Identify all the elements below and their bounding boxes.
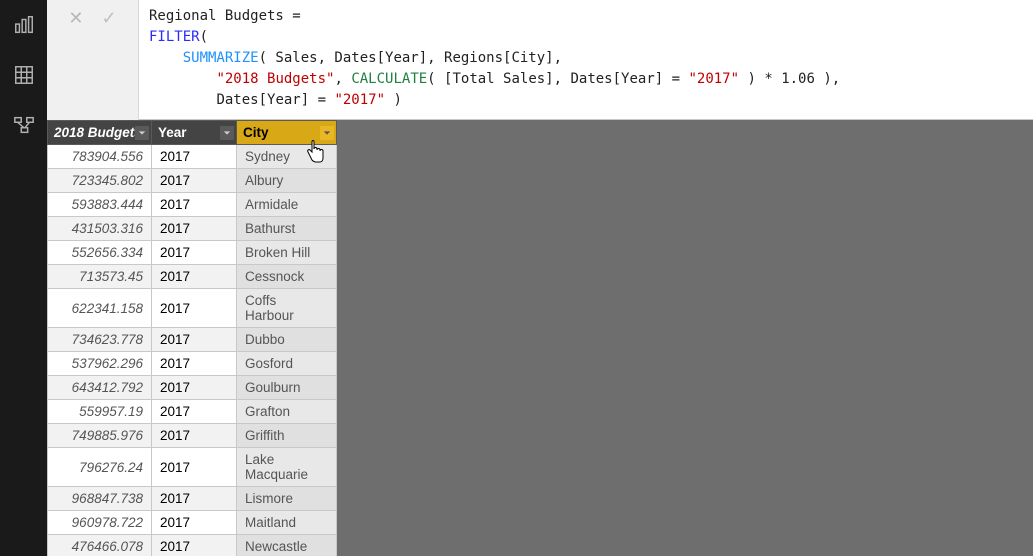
content-area: 2018 Budgets Year City 783904.5562017Syd… xyxy=(47,120,1033,556)
model-view-icon[interactable] xyxy=(7,108,41,142)
cell-budget[interactable]: 559957.19 xyxy=(48,400,152,424)
cell-year[interactable]: 2017 xyxy=(152,400,237,424)
table-body: 783904.5562017Sydney723345.8022017Albury… xyxy=(48,145,337,556)
cell-budget[interactable]: 960978.722 xyxy=(48,511,152,535)
formula-bar: ✕ ✓ Regional Budgets = FILTER( SUMMARIZE… xyxy=(47,0,1033,120)
cell-year[interactable]: 2017 xyxy=(152,145,237,169)
table-row[interactable]: 796276.242017Lake Macquarie xyxy=(48,448,337,487)
table-row[interactable]: 783904.5562017Sydney xyxy=(48,145,337,169)
cell-year[interactable]: 2017 xyxy=(152,535,237,556)
table-row[interactable]: 643412.7922017Goulburn xyxy=(48,376,337,400)
cell-city[interactable]: Grafton xyxy=(237,400,337,424)
cell-year[interactable]: 2017 xyxy=(152,217,237,241)
cell-city[interactable]: Lake Macquarie xyxy=(237,448,337,487)
col-header-year[interactable]: Year xyxy=(152,121,237,145)
cell-city[interactable]: Griffith xyxy=(237,424,337,448)
cell-city[interactable]: Broken Hill xyxy=(237,241,337,265)
data-view-icon[interactable] xyxy=(7,58,41,92)
table-row[interactable]: 537962.2962017Gosford xyxy=(48,352,337,376)
report-view-icon[interactable] xyxy=(7,8,41,42)
cell-budget[interactable]: 796276.24 xyxy=(48,448,152,487)
cell-year[interactable]: 2017 xyxy=(152,265,237,289)
cell-city[interactable]: Gosford xyxy=(237,352,337,376)
cell-budget[interactable]: 431503.316 xyxy=(48,217,152,241)
formula-editor[interactable]: Regional Budgets = FILTER( SUMMARIZE( Sa… xyxy=(139,0,1033,120)
cell-city[interactable]: Armidale xyxy=(237,193,337,217)
cell-budget[interactable]: 643412.792 xyxy=(48,376,152,400)
table-header-row: 2018 Budgets Year City xyxy=(48,121,337,145)
cell-year[interactable]: 2017 xyxy=(152,169,237,193)
cell-year[interactable]: 2017 xyxy=(152,352,237,376)
cell-budget[interactable]: 476466.078 xyxy=(48,535,152,556)
cell-budget[interactable]: 749885.976 xyxy=(48,424,152,448)
cell-budget[interactable]: 593883.444 xyxy=(48,193,152,217)
formula-text: Regional Budgets xyxy=(149,8,292,24)
cell-city[interactable]: Newcastle xyxy=(237,535,337,556)
filter-dropdown-icon[interactable] xyxy=(220,126,234,140)
cell-budget[interactable]: 622341.158 xyxy=(48,289,152,328)
view-sidebar xyxy=(0,0,47,556)
table-row[interactable]: 960978.7222017Maitland xyxy=(48,511,337,535)
cell-year[interactable]: 2017 xyxy=(152,289,237,328)
col-header-label: City xyxy=(243,125,269,140)
cancel-button[interactable]: ✕ xyxy=(68,8,83,29)
filter-dropdown-icon[interactable] xyxy=(320,126,334,140)
table-row[interactable]: 723345.8022017Albury xyxy=(48,169,337,193)
table-row[interactable]: 968847.7382017Lismore xyxy=(48,487,337,511)
table-row[interactable]: 476466.0782017Newcastle xyxy=(48,535,337,556)
cell-year[interactable]: 2017 xyxy=(152,241,237,265)
cell-city[interactable]: Cessnock xyxy=(237,265,337,289)
cell-budget[interactable]: 713573.45 xyxy=(48,265,152,289)
cell-city[interactable]: Goulburn xyxy=(237,376,337,400)
table-row[interactable]: 559957.192017Grafton xyxy=(48,400,337,424)
cell-year[interactable]: 2017 xyxy=(152,487,237,511)
cell-city[interactable]: Maitland xyxy=(237,511,337,535)
cell-year[interactable]: 2017 xyxy=(152,328,237,352)
col-header-label: 2018 Budgets xyxy=(54,125,142,140)
cell-city[interactable]: Sydney xyxy=(237,145,337,169)
formula-controls: ✕ ✓ xyxy=(47,0,139,120)
cell-city[interactable]: Lismore xyxy=(237,487,337,511)
cell-budget[interactable]: 968847.738 xyxy=(48,487,152,511)
col-header-city[interactable]: City xyxy=(237,121,337,145)
cell-city[interactable]: Albury xyxy=(237,169,337,193)
table-row[interactable]: 734623.7782017Dubbo xyxy=(48,328,337,352)
table-row[interactable]: 552656.3342017Broken Hill xyxy=(48,241,337,265)
cell-year[interactable]: 2017 xyxy=(152,511,237,535)
table-row[interactable]: 749885.9762017Griffith xyxy=(48,424,337,448)
filter-dropdown-icon[interactable] xyxy=(135,126,149,140)
cell-budget[interactable]: 734623.778 xyxy=(48,328,152,352)
cell-year[interactable]: 2017 xyxy=(152,193,237,217)
table-row[interactable]: 593883.4442017Armidale xyxy=(48,193,337,217)
cell-year[interactable]: 2017 xyxy=(152,376,237,400)
table-row[interactable]: 713573.452017Cessnock xyxy=(48,265,337,289)
table-row[interactable]: 622341.1582017Coffs Harbour xyxy=(48,289,337,328)
confirm-button[interactable]: ✓ xyxy=(102,8,117,29)
col-header-label: Year xyxy=(158,125,187,140)
cell-budget[interactable]: 723345.802 xyxy=(48,169,152,193)
cell-city[interactable]: Bathurst xyxy=(237,217,337,241)
data-table: 2018 Budgets Year City 783904.5562017Syd… xyxy=(47,120,337,556)
cell-budget[interactable]: 537962.296 xyxy=(48,352,152,376)
cell-year[interactable]: 2017 xyxy=(152,448,237,487)
cell-budget[interactable]: 552656.334 xyxy=(48,241,152,265)
cell-city[interactable]: Coffs Harbour xyxy=(237,289,337,328)
cell-city[interactable]: Dubbo xyxy=(237,328,337,352)
col-header-budget[interactable]: 2018 Budgets xyxy=(48,121,152,145)
table-row[interactable]: 431503.3162017Bathurst xyxy=(48,217,337,241)
cell-budget[interactable]: 783904.556 xyxy=(48,145,152,169)
cell-year[interactable]: 2017 xyxy=(152,424,237,448)
